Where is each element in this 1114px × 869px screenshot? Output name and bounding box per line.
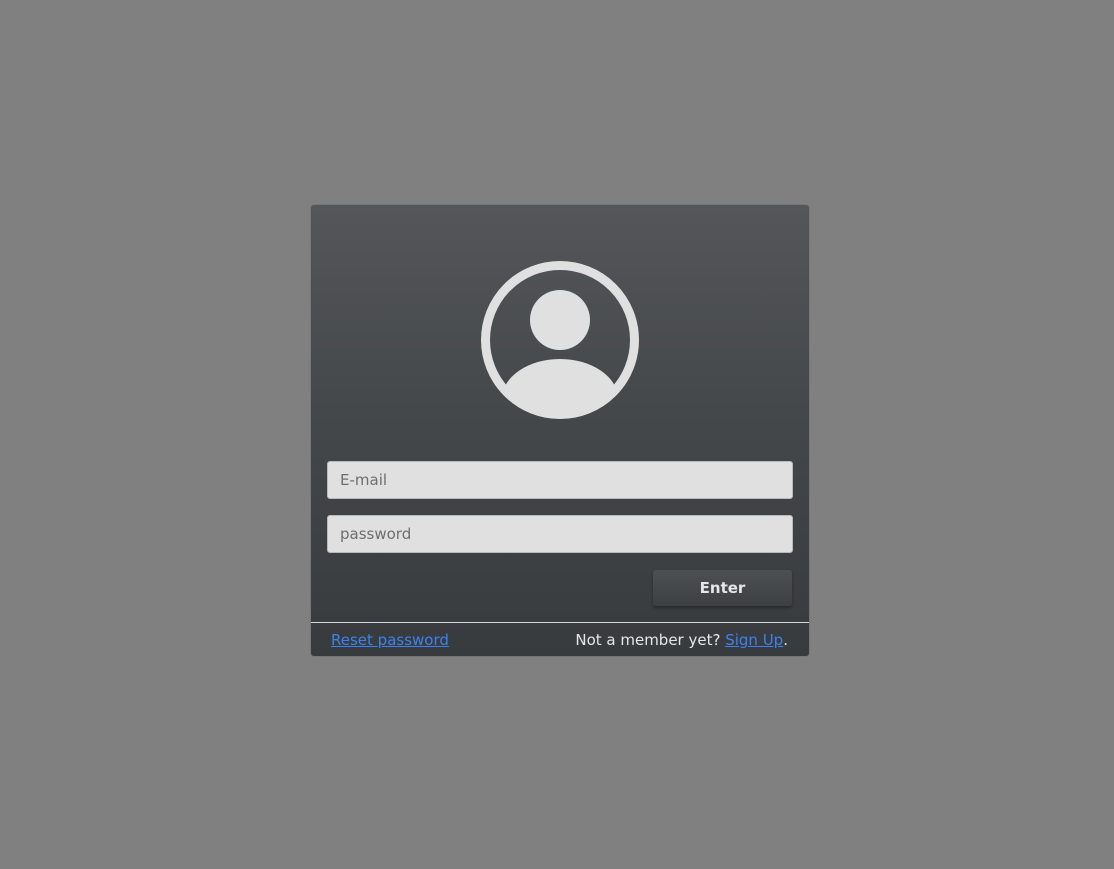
- password-field[interactable]: [327, 515, 793, 553]
- signup-prompt: Not a member yet? Sign Up.: [575, 630, 788, 650]
- enter-button[interactable]: Enter: [653, 570, 792, 606]
- sign-up-link[interactable]: Sign Up: [725, 631, 783, 649]
- reset-password-link[interactable]: Reset password: [331, 630, 449, 650]
- signup-prompt-text: Not a member yet?: [575, 631, 726, 649]
- user-avatar-icon: [479, 259, 641, 421]
- signup-suffix: .: [783, 631, 788, 649]
- login-panel: Enter Reset password Not a member yet? S…: [311, 205, 809, 656]
- email-field[interactable]: [327, 461, 793, 499]
- footer-divider: [311, 622, 809, 623]
